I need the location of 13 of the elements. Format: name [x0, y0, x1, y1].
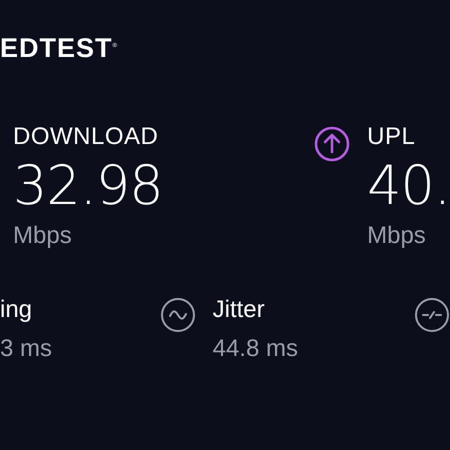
- metric-value: 3 ms: [0, 334, 52, 364]
- wave-icon: [160, 297, 196, 333]
- speed-unit: Mbps: [367, 221, 426, 251]
- result-label: DOWNLOAD: [13, 123, 158, 151]
- result-label: UPL: [367, 123, 416, 151]
- metric-label: Jitter: [212, 295, 266, 325]
- metric-label: ing: [0, 295, 34, 325]
- packet-loss-icon: [414, 297, 450, 333]
- speed-value: 40.: [367, 155, 450, 217]
- logo-text: EDTEST$^{®}$: [0, 32, 118, 64]
- speed-value: 32.98: [13, 155, 163, 217]
- speed-unit: Mbps: [13, 221, 72, 251]
- metric-value: 44.8 ms: [212, 334, 298, 364]
